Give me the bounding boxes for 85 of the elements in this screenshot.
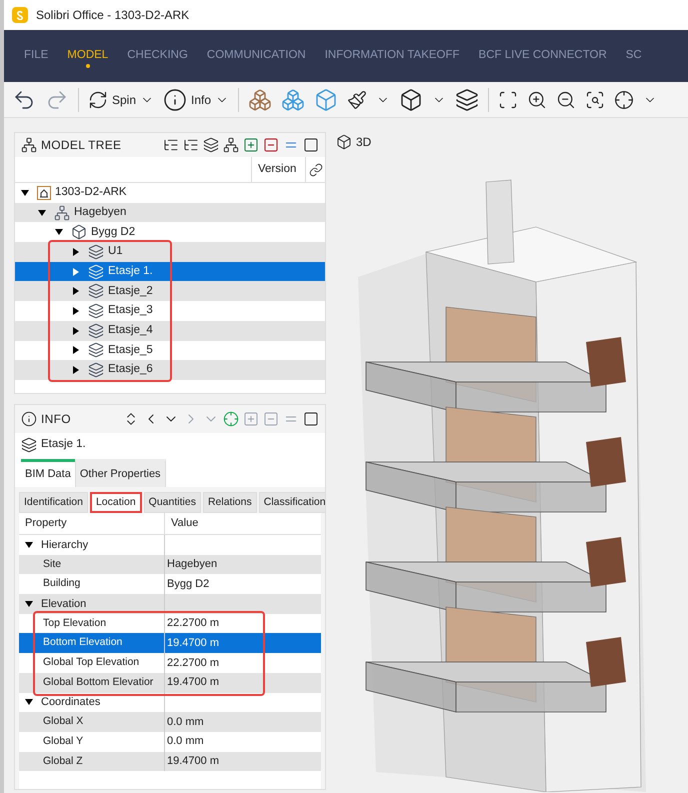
info-button[interactable]: Info [163,88,230,112]
property-row[interactable]: Site Hagebyen [19,554,321,574]
zoom-out-icon[interactable] [556,90,576,110]
tree-item[interactable]: Hagebyen [15,202,325,222]
property-value: 19.4700 m [166,675,220,690]
menu-tab[interactable]: BCF LIVE CONNECTOR [478,47,607,65]
storey-icon [21,437,37,453]
menu-tab[interactable]: FILE [24,47,48,65]
zoom-fit-icon[interactable] [498,90,518,110]
menu-tab[interactable]: SC [626,47,642,65]
column-header[interactable]: Property [19,513,165,534]
column-header[interactable]: Value [165,513,321,534]
cube-icon [336,134,352,150]
selected-object-name: Etasje 1. [41,437,86,452]
storey-icon [88,302,104,319]
property-row[interactable]: Top Elevation 22.2700 m [19,614,321,634]
menu-tab[interactable]: COMMUNICATION [206,47,306,65]
panel-title: MODEL TREE [41,137,122,154]
site-icon [54,204,70,221]
storey-icon [88,362,104,378]
model-tree-icon [21,137,37,153]
viewport-label: 3D [356,134,372,151]
pick-icon[interactable] [223,411,239,427]
app-logo-icon [12,7,28,23]
tree-view-icon[interactable] [163,137,179,153]
sub-tab[interactable]: Classification [258,492,325,513]
property-row[interactable]: Global X 0.0 mm [19,712,321,732]
window-title: Solibri Office - 1303-D2-ARK [36,7,190,24]
group-label: Elevation [41,596,86,612]
tree-item[interactable]: Etasje_4 [15,320,325,340]
add-icon[interactable] [243,137,259,153]
property-value: 0.0 mm [166,714,205,730]
group-label: Coordinates [41,695,100,710]
menu-tab[interactable]: INFORMATION TAKEOFF [324,47,460,65]
menu-tab[interactable]: MODEL [67,47,108,65]
maximize-icon[interactable] [303,411,319,427]
spin-button[interactable]: Spin [88,90,154,110]
tree-item[interactable]: Etasje_5 [15,340,325,360]
sub-tab[interactable]: Identification [19,492,88,513]
info-tab[interactable]: Other Properties [74,459,166,487]
property-value: 19.4700 m [166,636,220,652]
group-row[interactable]: Elevation [19,594,321,614]
property-row[interactable]: Global Z 19.4700 m [19,752,321,772]
paint-icon[interactable] [347,90,368,110]
menu-tab[interactable]: CHECKING [127,47,188,65]
storey-icon [88,342,104,358]
tree-item[interactable]: Etasje_2 [15,281,325,302]
link-icon[interactable] [308,162,322,176]
model-file-icon [37,186,51,200]
group-label: Hierarchy [41,538,88,553]
sub-tab[interactable]: Location [90,492,142,513]
property-value: 0.0 mm [166,734,205,750]
property-row[interactable]: Global Bottom Elevatior 19.4700 m [19,672,321,692]
column-header[interactable]: Version [251,157,305,182]
boxes-icon[interactable] [248,88,272,112]
cube-icon [71,224,87,240]
tree-view-icon[interactable] [183,137,199,153]
info-icon [163,88,188,112]
property-value: 22.2700 m [166,616,220,632]
boxes-icon[interactable] [281,88,306,112]
rotate-icon [88,90,108,110]
property-value: 22.2700 m [166,656,220,671]
storey-icon [88,283,104,300]
zoom-in-icon[interactable] [527,90,548,110]
tree-item[interactable]: U1 [15,242,325,262]
tree-item[interactable]: Etasje_6 [15,360,325,380]
tree-item[interactable]: Etasje 1. [15,262,325,282]
property-row[interactable]: Bottom Elevation 19.4700 m [19,633,321,654]
cube-icon[interactable] [399,88,424,112]
remove-icon[interactable] [263,137,279,153]
layers-icon[interactable] [203,137,219,153]
maximize-icon[interactable] [303,137,319,153]
storey-icon [88,264,104,280]
zoom-selection-icon[interactable] [585,90,606,110]
sub-tab[interactable]: Quantities [144,492,201,513]
property-value: Bygg D2 [166,576,210,592]
property-name: Global Z [19,752,165,772]
property-value: Hagebyen [166,557,218,572]
hierarchy-icon[interactable] [223,137,239,153]
property-value: 19.4700 m [166,754,220,770]
info-icon [21,411,37,427]
sub-tab[interactable]: Relations [202,492,257,513]
storey-icon [88,322,104,339]
panel-title: INFO [41,411,71,428]
storey-icon [88,244,104,260]
